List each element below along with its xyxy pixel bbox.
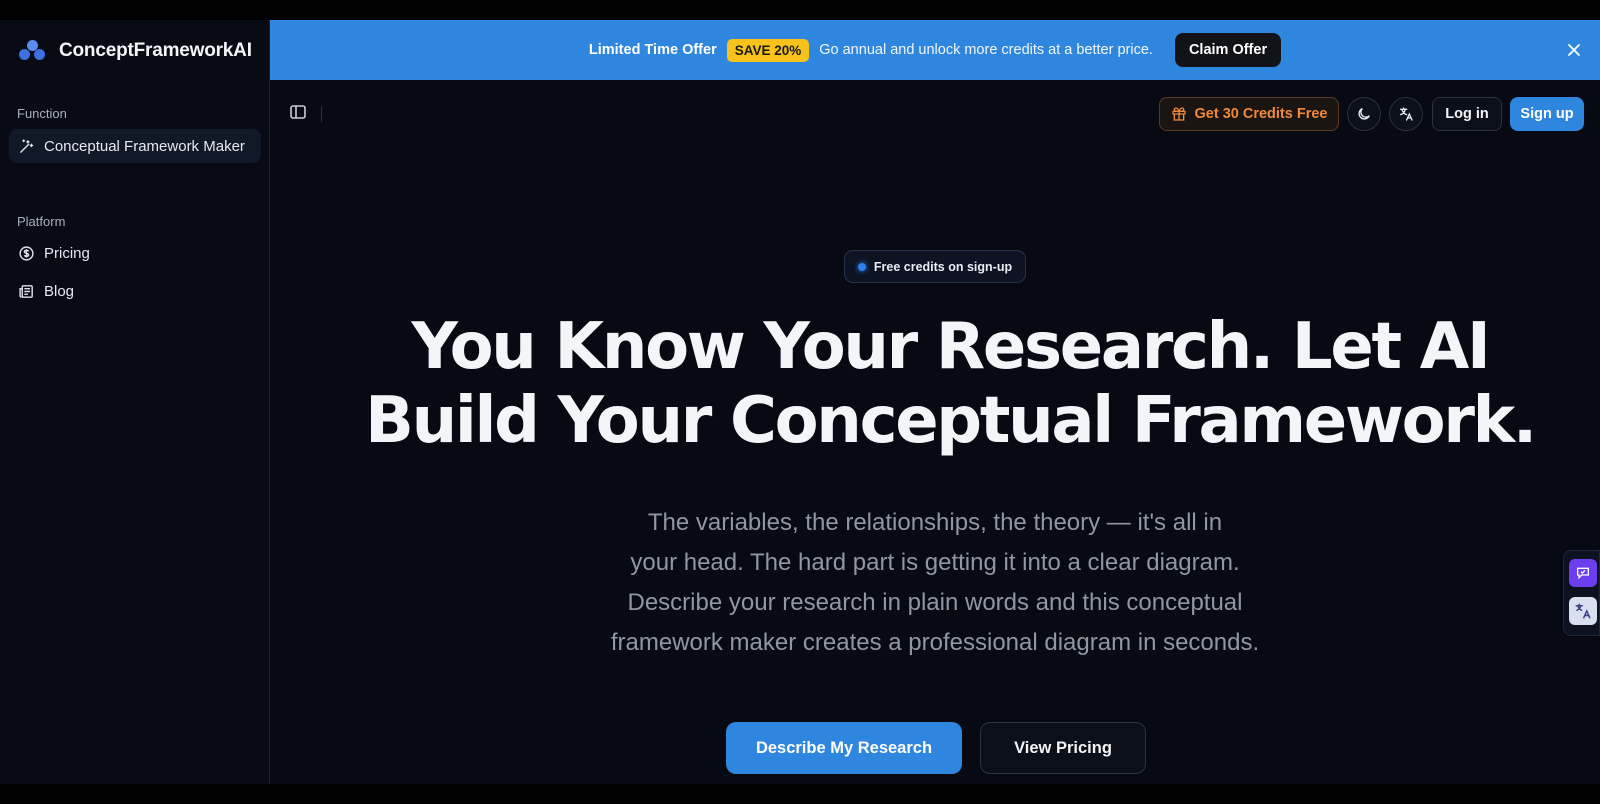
headline-line-1: You Know Your Research. Let AI <box>411 310 1490 384</box>
sidebar-item-label: Pricing <box>44 244 90 262</box>
describe-research-button[interactable]: Describe My Research <box>726 722 962 774</box>
get-credits-button[interactable]: Get 30 Credits Free <box>1159 97 1339 131</box>
dollar-circle-icon <box>17 244 35 262</box>
three-dot-cluster-icon <box>19 40 47 62</box>
chat-bubble-icon[interactable] <box>1569 559 1597 587</box>
sidebar-toggle-icon[interactable] <box>289 103 309 123</box>
sidebar-item-label: Conceptual Framework Maker <box>44 137 245 155</box>
theme-toggle-button[interactable] <box>1347 97 1381 131</box>
toolbar-divider <box>321 106 322 122</box>
pill-text: Free credits on sign-up <box>873 259 1013 274</box>
newspaper-icon <box>17 282 35 300</box>
hero-headline: You Know Your Research. Let AI Build You… <box>300 310 1600 458</box>
get-credits-label: Get 30 Credits Free <box>1194 106 1328 122</box>
login-button[interactable]: Log in <box>1432 97 1502 131</box>
sidebar-item-pricing[interactable]: Pricing <box>9 236 261 270</box>
magic-wand-icon <box>17 137 35 155</box>
language-button[interactable] <box>1389 97 1423 131</box>
close-icon[interactable] <box>1562 38 1586 62</box>
platform-heading: Platform <box>17 214 66 229</box>
function-heading: Function <box>17 106 67 121</box>
free-credits-pill: Free credits on sign-up <box>844 250 1026 283</box>
floating-widget-rail <box>1563 550 1600 636</box>
sidebar-item-label: Blog <box>44 282 75 300</box>
signup-button[interactable]: Sign up <box>1510 97 1584 131</box>
brand[interactable]: ConceptFrameworkAI <box>19 40 252 62</box>
status-dot <box>857 262 866 271</box>
hero-description: The variables, the relationships, the th… <box>590 503 1280 663</box>
claim-offer-button[interactable]: Claim Offer <box>1174 33 1282 67</box>
translate-widget-icon[interactable] <box>1569 597 1597 625</box>
description-line-3: Describe your research in plain words an… <box>627 589 1243 616</box>
app-frame: ConceptFrameworkAI Function Conceptual F… <box>0 20 1600 784</box>
banner-title: Limited Time Offer <box>588 42 717 58</box>
banner-description: Go annual and unlock more credits at a b… <box>819 42 1153 58</box>
discount-badge: SAVE 20% <box>726 38 810 62</box>
description-line-1: The variables, the relationships, the th… <box>647 509 1223 536</box>
sidebar: ConceptFrameworkAI Function Conceptual F… <box>0 20 270 784</box>
description-line-2: your head. The hard part is getting it i… <box>630 549 1240 576</box>
view-pricing-button[interactable]: View Pricing <box>980 722 1146 774</box>
promo-banner: Limited Time Offer SAVE 20% Go annual an… <box>270 20 1600 80</box>
sidebar-item-blog[interactable]: Blog <box>9 274 261 308</box>
moon-icon <box>1356 106 1372 122</box>
translate-icon <box>1398 106 1414 122</box>
sidebar-item-conceptual-framework-maker[interactable]: Conceptual Framework Maker <box>9 129 261 163</box>
headline-line-2: Build Your Conceptual Framework. <box>365 384 1537 458</box>
gift-icon <box>1171 106 1187 122</box>
description-line-4: framework maker creates a professional d… <box>610 629 1260 656</box>
brand-name: ConceptFrameworkAI <box>59 40 252 61</box>
